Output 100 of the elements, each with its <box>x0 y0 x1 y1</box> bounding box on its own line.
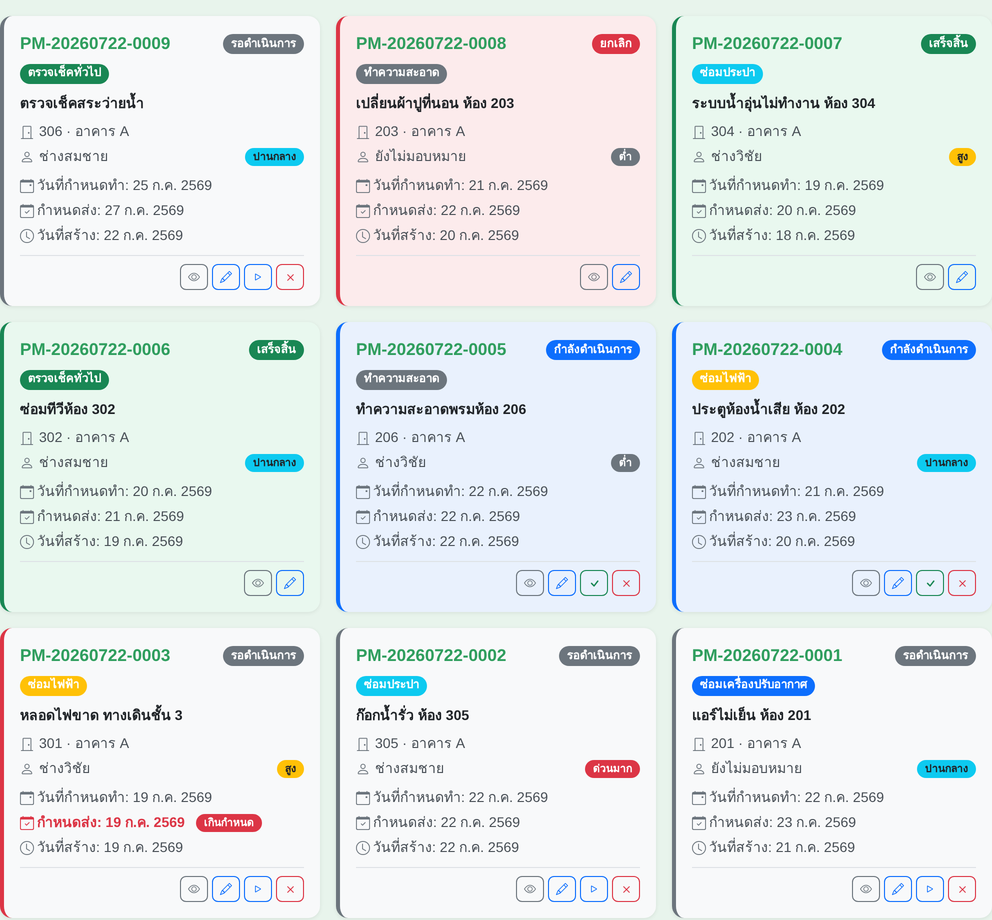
status-badge: กำลังดำเนินการ <box>546 340 640 360</box>
edit-button[interactable] <box>548 570 576 596</box>
edit-button[interactable] <box>948 264 976 290</box>
view-button[interactable] <box>516 876 544 902</box>
priority-badge: ด่วนมาก <box>585 760 640 778</box>
view-button[interactable] <box>852 876 880 902</box>
calendar-icon <box>356 790 370 804</box>
door-icon <box>356 736 370 750</box>
calendar-check-icon <box>692 816 706 830</box>
edit-button[interactable] <box>884 876 912 902</box>
room-location: 305 · อาคาร A <box>375 734 466 753</box>
complete-button[interactable] <box>580 570 608 596</box>
assignee-name: ช่างวิชัย <box>375 453 426 472</box>
status-badge: กำลังดำเนินการ <box>882 340 976 360</box>
created-date: วันที่สร้าง: 22 ก.ค. 2569 <box>373 837 520 857</box>
scheduled-date: วันที่กำหนดทำ: 21 ก.ค. 2569 <box>709 481 884 501</box>
start-button[interactable] <box>580 876 608 902</box>
person-icon <box>20 456 34 470</box>
eye-icon <box>524 883 536 895</box>
assignee-name: ยังไม่มอบหมาย <box>711 759 802 778</box>
start-button[interactable] <box>244 264 272 290</box>
cancel-button[interactable] <box>612 570 640 596</box>
view-button[interactable] <box>580 264 608 290</box>
edit-button[interactable] <box>548 876 576 902</box>
order-number: PM-20260722-0005 <box>356 339 506 361</box>
pencil-icon <box>956 271 968 283</box>
due-date: กำหนดส่ง: 23 ก.ค. 2569 <box>709 507 856 526</box>
task-title: เปลี่ยนผ้าปูที่นอน ห้อง 203 <box>356 92 516 114</box>
edit-button[interactable] <box>884 570 912 596</box>
created-date: วันที่สร้าง: 22 ก.ค. 2569 <box>373 531 520 551</box>
cancel-button[interactable] <box>612 876 640 902</box>
view-button[interactable] <box>180 876 208 902</box>
calendar-icon <box>20 790 34 804</box>
cancel-button[interactable] <box>948 876 976 902</box>
task-title: หลอดไฟขาด ทางเดินชั้น 3 <box>20 704 304 726</box>
edit-button[interactable] <box>612 264 640 290</box>
status-badge: เสร็จสิ้น <box>921 34 976 54</box>
eye-icon <box>524 577 536 589</box>
cancel-button[interactable] <box>276 876 304 902</box>
created-date: วันที่สร้าง: 19 ก.ค. 2569 <box>37 837 184 857</box>
due-date: กำหนดส่ง: 19 ก.ค. 2569 <box>37 813 185 832</box>
category-tag: ซ่อมเครื่องปรับอากาศ <box>692 676 815 696</box>
room-location: 203 · อาคาร A <box>375 122 466 141</box>
eye-icon <box>860 577 872 589</box>
door-icon <box>692 736 706 750</box>
calendar-check-icon <box>692 204 706 218</box>
calendar-icon <box>356 484 370 498</box>
scheduled-date: วันที่กำหนดทำ: 25 ก.ค. 2569 <box>37 175 212 195</box>
created-date: วันที่สร้าง: 19 ก.ค. 2569 <box>37 531 184 551</box>
created-date: วันที่สร้าง: 22 ก.ค. 2569 <box>37 225 184 245</box>
assignee-name: ช่างสมชาย <box>39 147 108 166</box>
view-button[interactable] <box>244 570 272 596</box>
room-location: 206 · อาคาร A <box>375 428 466 447</box>
status-badge: รอดำเนินการ <box>895 646 976 666</box>
assignee-name: ช่างสมชาย <box>39 453 108 472</box>
calendar-icon <box>20 178 34 192</box>
due-date: กำหนดส่ง: 21 ก.ค. 2569 <box>37 507 184 526</box>
play-icon <box>924 883 936 895</box>
priority-badge: ต่ำ <box>611 148 640 166</box>
view-button[interactable] <box>180 264 208 290</box>
edit-button[interactable] <box>212 264 240 290</box>
order-number: PM-20260722-0009 <box>20 33 170 55</box>
pencil-icon <box>220 883 232 895</box>
clock-icon <box>20 840 34 854</box>
calendar-icon <box>692 484 706 498</box>
person-icon <box>356 762 370 776</box>
view-button[interactable] <box>516 570 544 596</box>
person-icon <box>692 456 706 470</box>
calendar-icon <box>20 484 34 498</box>
cancel-button[interactable] <box>276 264 304 290</box>
task-title: แอร์ไม่เย็น ห้อง 201 <box>692 706 812 725</box>
clock-icon <box>356 228 370 242</box>
start-button[interactable] <box>244 876 272 902</box>
calendar-check-icon <box>356 204 370 218</box>
cancel-button[interactable] <box>948 570 976 596</box>
edit-button[interactable] <box>212 876 240 902</box>
calendar-icon <box>692 790 706 804</box>
scheduled-date: วันที่กำหนดทำ: 19 ก.ค. 2569 <box>709 175 884 195</box>
eye-icon <box>252 577 264 589</box>
task-title: ระบบน้ำอุ่นไม่ทำงาน ห้อง 304 <box>692 92 976 114</box>
room-location: 202 · อาคาร A <box>711 428 802 447</box>
play-icon <box>588 883 600 895</box>
pencil-icon <box>556 577 568 589</box>
status-badge: เสร็จสิ้น <box>249 340 304 360</box>
view-button[interactable] <box>852 570 880 596</box>
pencil-icon <box>556 883 568 895</box>
complete-button[interactable] <box>916 570 944 596</box>
clock-icon <box>20 534 34 548</box>
start-button[interactable] <box>916 876 944 902</box>
priority-badge: สูง <box>277 760 304 778</box>
due-date: กำหนดส่ง: 27 ก.ค. 2569 <box>37 201 184 220</box>
room-location: 304 · อาคาร A <box>711 122 802 141</box>
edit-button[interactable] <box>276 570 304 596</box>
priority-badge: ปานกลาง <box>917 454 976 472</box>
pencil-icon <box>220 271 232 283</box>
priority-badge: ปานกลาง <box>245 148 304 166</box>
view-button[interactable] <box>916 264 944 290</box>
calendar-check-icon <box>692 510 706 524</box>
created-date: วันที่สร้าง: 21 ก.ค. 2569 <box>709 837 856 857</box>
priority-badge: สูง <box>949 148 976 166</box>
